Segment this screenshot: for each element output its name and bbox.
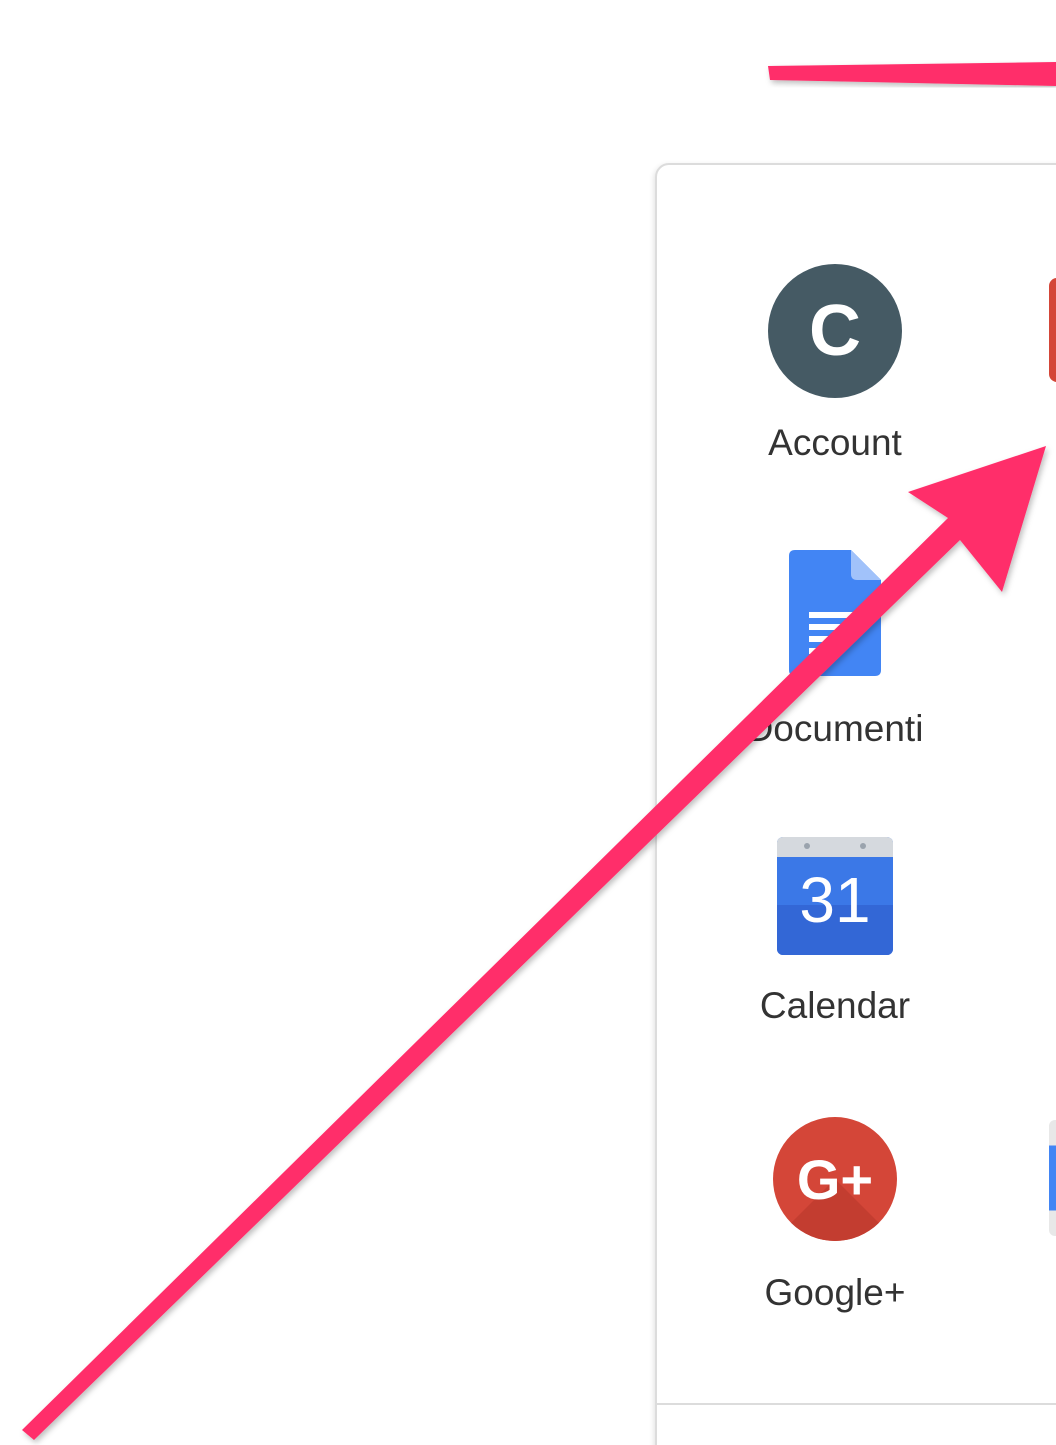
account-avatar-icon: C: [768, 264, 902, 398]
app-tile-calendar[interactable]: 31 Calendar: [735, 835, 935, 1075]
app-label-calendar: Calendar: [759, 985, 911, 1026]
google-plus-glyph: G+: [796, 1148, 874, 1211]
top-arrow-shaft: [768, 62, 1056, 86]
google-plus-icon: G+: [773, 1117, 897, 1241]
partially-visible-app-icon-blue[interactable]: [1049, 1120, 1056, 1236]
calendar-icon: 31: [777, 837, 893, 955]
partially-visible-app-icon-red[interactable]: [1049, 278, 1056, 382]
app-launcher-panel: C Account Documenti 31 Calendar G+ Googl…: [655, 163, 1056, 1445]
screenshot-page: C Account Documenti 31 Calendar G+ Googl…: [0, 0, 1056, 1445]
app-tile-account[interactable]: C Account: [735, 260, 935, 500]
app-label-documenti: Documenti: [746, 708, 924, 749]
calendar-day-number: 31: [799, 864, 871, 936]
app-tile-documenti[interactable]: Documenti: [735, 550, 935, 790]
app-label-google-plus: Google+: [764, 1272, 906, 1313]
launcher-divider: [657, 1403, 1056, 1405]
app-label-account: Account: [768, 422, 902, 463]
docs-icon: [789, 550, 881, 676]
avatar-letter: C: [809, 291, 861, 371]
app-tile-google-plus[interactable]: G+ Google+: [735, 1117, 935, 1357]
